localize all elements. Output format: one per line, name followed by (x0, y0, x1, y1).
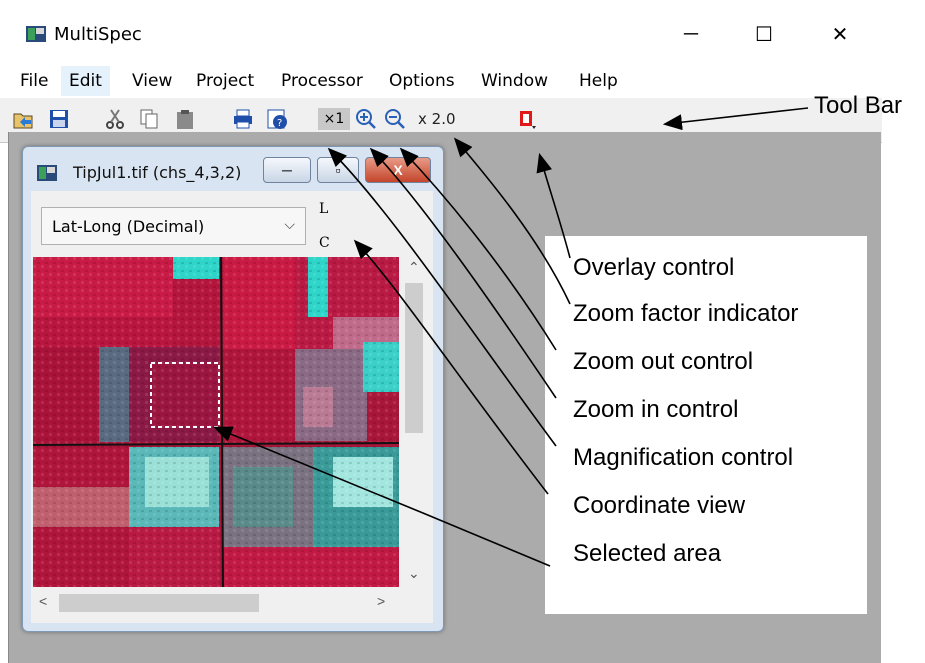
zoom-factor-annotation: Zoom factor indicator (573, 300, 799, 327)
svg-text:?: ? (277, 118, 282, 129)
save-icon[interactable] (48, 108, 70, 130)
image-window-icon (37, 165, 57, 181)
menu-processor[interactable]: Processor (273, 66, 371, 96)
menu-help[interactable]: Help (571, 66, 626, 96)
tool-bar-annotation: Tool Bar (814, 92, 903, 119)
close-button[interactable]: ✕ (817, 16, 863, 52)
menu-edit[interactable]: Edit (61, 66, 110, 96)
scroll-right-icon[interactable]: > (377, 593, 385, 609)
magnification-control[interactable]: ×1 (318, 108, 350, 130)
print-icon[interactable] (232, 108, 254, 130)
menu-file[interactable]: File (12, 66, 56, 96)
annotation-box: Overlay control Zoom factor indicator Zo… (545, 236, 867, 614)
paste-icon[interactable] (174, 108, 196, 130)
selected-area-annotation: Selected area (573, 540, 722, 567)
scroll-down-icon[interactable]: ⌄ (408, 565, 420, 582)
zoom-in-icon[interactable] (355, 108, 377, 130)
image-maximize-button[interactable]: ▫ (317, 157, 359, 183)
image-close-button[interactable]: X (365, 157, 431, 183)
image-client: Lat-Long (Decimal) ⌵ L C ⌃ ⌄ < > (31, 191, 433, 623)
coordinate-view-select[interactable]: Lat-Long (Decimal) ⌵ (41, 207, 306, 245)
vertical-scrollbar[interactable]: ⌃ ⌄ (399, 257, 429, 587)
coordinate-view-annotation: Coordinate view (573, 492, 746, 519)
cut-icon[interactable] (104, 108, 126, 130)
zoom-out-annotation: Zoom out control (573, 348, 754, 375)
overlay-control-icon[interactable] (518, 108, 540, 130)
chevron-down-icon: ⌵ (284, 216, 295, 232)
menu-project[interactable]: Project (188, 66, 262, 96)
scroll-up-icon[interactable]: ⌃ (408, 259, 420, 276)
title-bar: MultiSpec ─ ☐ ✕ (0, 10, 882, 54)
image-window: TipJul1.tif (chs_4,3,2) ─ ▫ X Lat-Long (… (22, 146, 444, 632)
app-title: MultiSpec (54, 24, 142, 45)
scroll-left-icon[interactable]: < (39, 593, 47, 609)
open-file-icon[interactable] (12, 108, 34, 130)
overlay-control-annotation: Overlay control (573, 254, 735, 281)
horizontal-scrollbar[interactable]: < > (33, 589, 399, 617)
help-icon[interactable]: ? (266, 108, 288, 130)
minimize-button[interactable]: ─ (668, 16, 714, 52)
satellite-image[interactable] (33, 257, 399, 587)
magnification-annotation: Magnification control (573, 444, 794, 471)
menu-bar: File Edit View Project Processor Options… (0, 66, 882, 96)
line-coordinate-label: L (319, 201, 329, 217)
copy-icon[interactable] (138, 108, 160, 130)
menu-view[interactable]: View (124, 66, 180, 96)
coordinate-system-value: Lat-Long (Decimal) (52, 217, 205, 236)
vertical-scroll-thumb[interactable] (405, 283, 423, 433)
image-minimize-button[interactable]: ─ (263, 157, 311, 183)
zoom-factor-indicator: x 2.0 (418, 110, 456, 128)
menu-options[interactable]: Options (381, 66, 463, 96)
app-icon (26, 26, 46, 42)
menu-window[interactable]: Window (473, 66, 556, 96)
zoom-out-icon[interactable] (384, 108, 406, 130)
horizontal-scroll-thumb[interactable] (59, 594, 259, 612)
zoom-in-annotation: Zoom in control (573, 396, 739, 423)
column-coordinate-label: C (319, 235, 330, 251)
maximize-button[interactable]: ☐ (741, 16, 787, 52)
image-window-title: TipJul1.tif (chs_4,3,2) (73, 163, 242, 182)
